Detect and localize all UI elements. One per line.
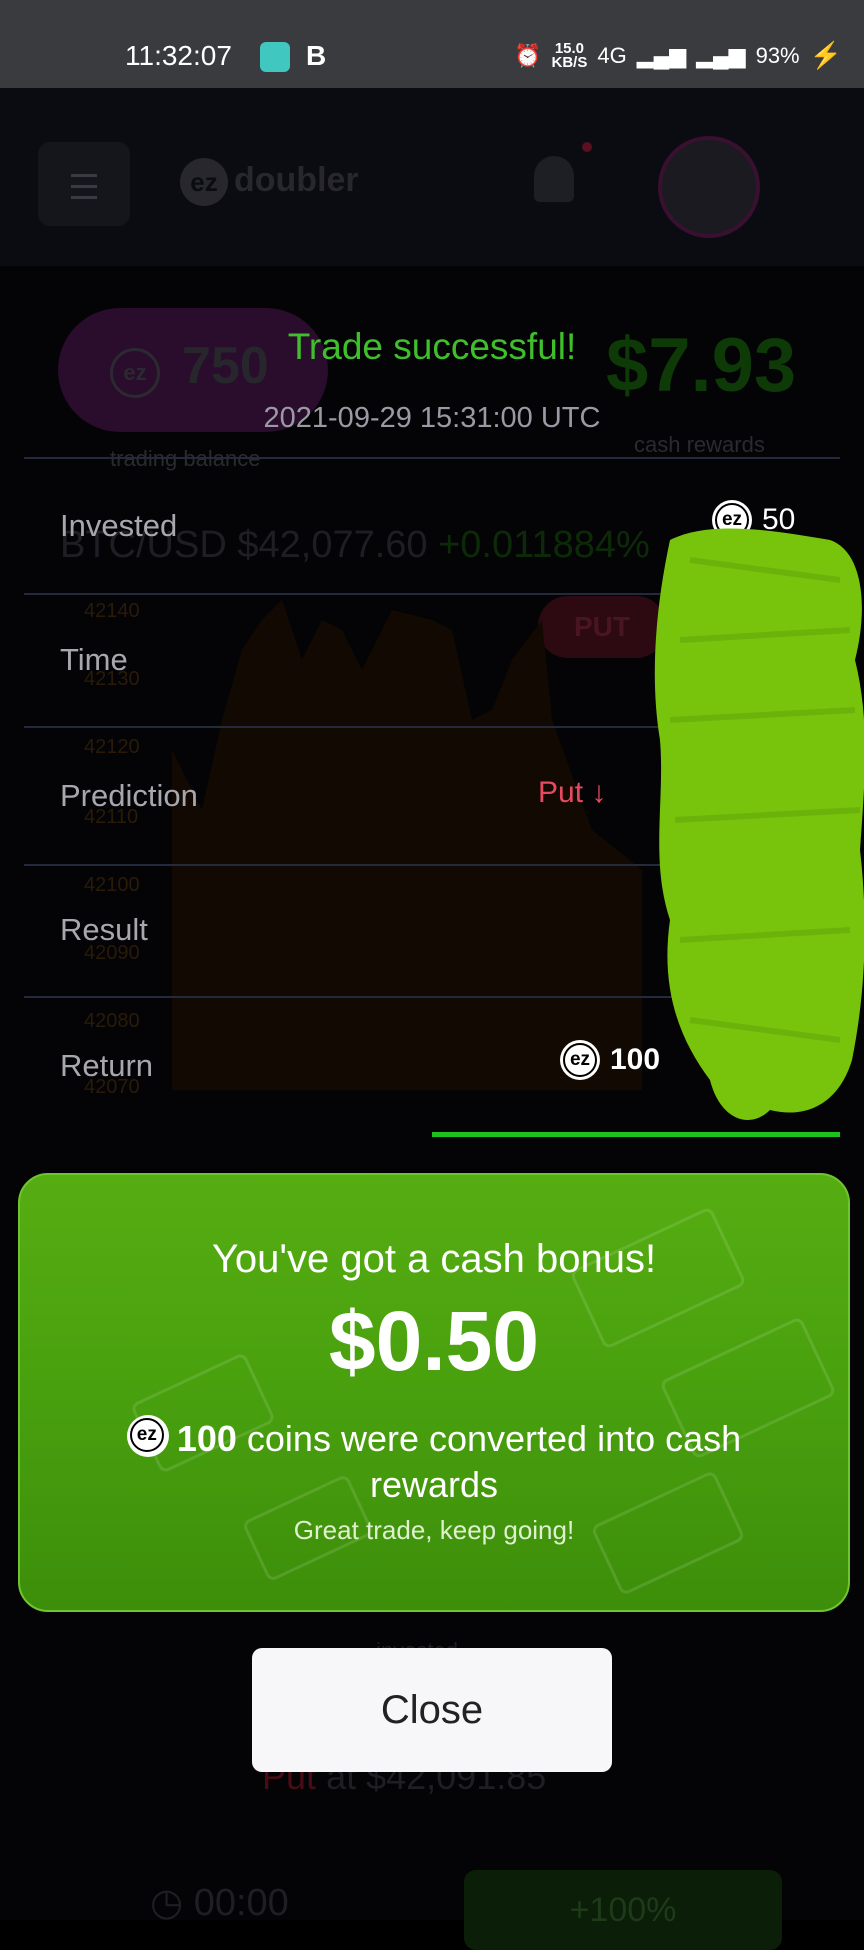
menu-button[interactable]: [38, 142, 130, 226]
cash-rewards-label: cash rewards: [634, 432, 765, 457]
signal-icon-2: ▂▄▆: [696, 42, 746, 68]
network-type: 4G: [597, 42, 627, 68]
row-label-prediction: Prediction: [60, 778, 198, 813]
row-label-invested: Invested: [60, 508, 178, 543]
y-tick: 42080: [84, 1010, 140, 1032]
bitcoin-icon: B: [306, 40, 327, 71]
y-tick: 42100: [84, 874, 140, 896]
divider: [24, 457, 840, 459]
trading-balance-label: trading balance: [110, 446, 261, 471]
bell-icon[interactable]: [534, 156, 574, 202]
row-label-time: Time: [60, 642, 128, 677]
bonus-percent-button[interactable]: +100%: [464, 1870, 782, 1950]
row-label-result: Result: [60, 912, 148, 947]
app-logo: ez doubler: [180, 158, 359, 206]
coin-icon: [560, 1040, 600, 1080]
redaction-scribble: [640, 520, 864, 1130]
cash-bonus-card: You've got a cash bonus! $0.50 100 coins…: [18, 1173, 850, 1612]
status-bar: 11:32:07 B ⏰ 15.0 KB/S 4G ▂▄▆ ▂▄▆ 93% ⚡: [0, 0, 864, 88]
close-button[interactable]: Close: [252, 1648, 612, 1772]
bonus-title: You've got a cash bonus!: [211, 1237, 657, 1281]
app-header: ez doubler: [0, 88, 864, 266]
avatar[interactable]: [658, 136, 760, 238]
bonus-message: 100 coins were converted into cash rewar…: [80, 1415, 788, 1508]
alarm-icon: ⏰: [514, 42, 542, 68]
status-indicators: ⏰ 15.0 KB/S 4G ▂▄▆ ▂▄▆ 93% ⚡: [514, 40, 842, 71]
coin-icon: [126, 1415, 169, 1457]
status-time: 11:32:07: [125, 40, 232, 71]
battery-level: 93%: [755, 42, 800, 68]
timer: ◷ 00:00: [150, 1882, 289, 1924]
charging-icon: ⚡: [809, 40, 842, 70]
row-label-return: Return: [60, 1048, 154, 1083]
app-notification-icon: [260, 42, 290, 72]
bonus-amount: $0.50: [328, 1294, 540, 1388]
bonus-subtitle: Great trade, keep going!: [293, 1515, 575, 1545]
trade-title: Trade successful!: [287, 326, 577, 367]
bonus-coins: 100: [176, 1418, 237, 1459]
signal-icon: ▂▄▆: [636, 42, 687, 68]
y-tick: 42140: [84, 600, 140, 622]
row-value-prediction: Put ↓: [538, 776, 607, 809]
y-tick: 42120: [84, 736, 140, 758]
network-speed: 15.0 KB/S: [551, 39, 588, 71]
result-line: [432, 1132, 840, 1137]
notification-dot: [582, 142, 592, 152]
trade-date: 2021-09-29 15:31:00 UTC: [263, 402, 601, 434]
bonus-message-text: coins were converted into cash rewards: [246, 1418, 742, 1505]
